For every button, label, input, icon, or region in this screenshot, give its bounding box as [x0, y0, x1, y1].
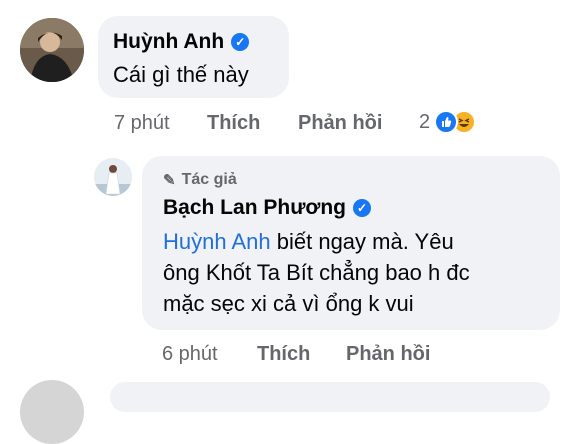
author-name[interactable]: Huỳnh Anh [113, 30, 224, 54]
author-tag-label: Tác giả [181, 171, 237, 188]
reply-button[interactable]: Phản hồi [298, 112, 382, 135]
reply-text-line-2: ông Khốt Ta Bít chẳng bao h đc [163, 260, 470, 285]
reply-time[interactable]: 6 phút [162, 343, 218, 366]
comment-time[interactable]: 7 phút [114, 112, 170, 135]
reply-button[interactable]: Phản hồi [346, 343, 430, 366]
verified-badge-icon: ✓ [352, 199, 371, 217]
author-tag: ✎ Tác giả [163, 171, 237, 189]
like-icon [434, 110, 459, 134]
next-commenter-avatar[interactable] [20, 380, 84, 444]
like-button[interactable]: Thích [207, 112, 260, 135]
comment-author[interactable]: Huỳnh Anh ✓ [113, 30, 250, 54]
comment-text: Cái gì thế này [113, 62, 249, 87]
author-name[interactable]: Bạch Lan Phương [163, 196, 346, 220]
reply-author-avatar[interactable] [94, 158, 132, 196]
commenter-avatar[interactable] [20, 18, 84, 82]
next-comment-bubble [110, 382, 550, 412]
reaction-count: 2 [419, 110, 431, 133]
verified-badge-icon: ✓ [231, 33, 250, 51]
reply-text-line-1: Huỳnh Anh biết ngay mà. Yêu [163, 229, 454, 254]
reply-text-line-3: mặc sẹc xi cả vì ổng k vui [163, 291, 414, 316]
reply-author[interactable]: Bạch Lan Phương ✓ [163, 196, 371, 220]
mention-link[interactable]: Huỳnh Anh [163, 229, 271, 254]
like-button[interactable]: Thích [257, 343, 310, 366]
pencil-icon: ✎ [163, 172, 176, 189]
reaction-summary[interactable]: 2 [419, 110, 477, 134]
